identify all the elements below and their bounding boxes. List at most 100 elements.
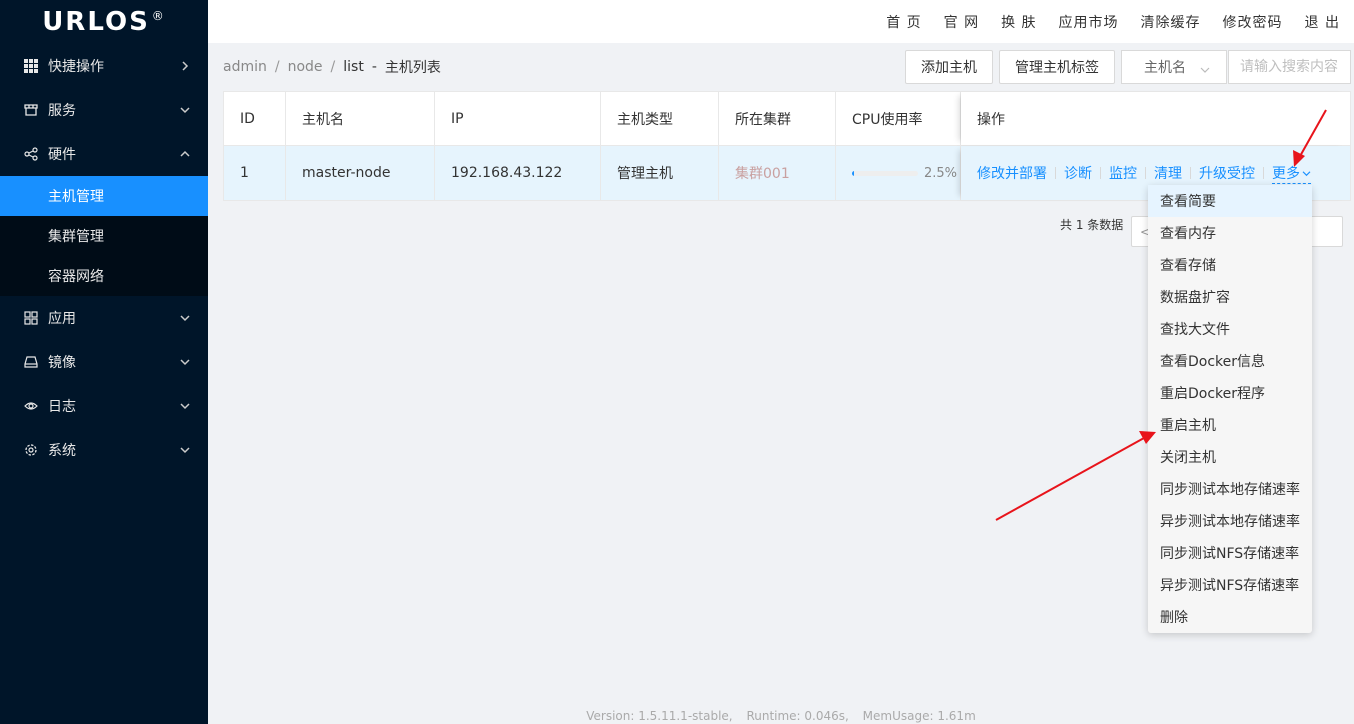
column-header-ip: IP bbox=[435, 92, 601, 145]
breadcrumb-item[interactable]: node bbox=[288, 59, 323, 75]
footer: Version: 1.5.11.1-stable, Runtime: 0.046… bbox=[208, 709, 1354, 723]
menu-item-find-large-files[interactable]: 查找大文件 bbox=[1148, 313, 1312, 345]
topnav-logout[interactable]: 退 出 bbox=[1305, 12, 1340, 32]
sidebar-item-logs[interactable]: 日志 bbox=[0, 384, 208, 428]
column-header-hostname: 主机名 bbox=[286, 92, 435, 145]
clean-link[interactable]: 清理 bbox=[1154, 163, 1182, 183]
sidebar-item-cluster-management[interactable]: 集群管理 bbox=[0, 216, 208, 256]
topnav-change-skin[interactable]: 换 肤 bbox=[1001, 12, 1036, 32]
sidebar-item-quick-ops[interactable]: 快捷操作 bbox=[0, 44, 208, 88]
page-title: 主机列表 bbox=[384, 60, 441, 76]
footer-mem-usage: MemUsage: 1.61m bbox=[862, 709, 976, 723]
menu-item-restart-host[interactable]: 重启主机 bbox=[1148, 409, 1312, 441]
more-dropdown-menu: 查看简要 查看内存 查看存储 数据盘扩容 查找大文件 查看Docker信息 重启… bbox=[1148, 185, 1312, 633]
chevron-down-icon bbox=[180, 313, 190, 323]
menu-item-delete[interactable]: 删除 bbox=[1148, 601, 1312, 633]
sidebar-item-hardware[interactable]: 硬件 bbox=[0, 132, 208, 176]
menu-item-expand-data-disk[interactable]: 数据盘扩容 bbox=[1148, 281, 1312, 313]
menu-item-restart-docker[interactable]: 重启Docker程序 bbox=[1148, 377, 1312, 409]
upgrade-agent-link[interactable]: 升级受控 bbox=[1199, 163, 1255, 183]
footer-version: Version: 1.5.11.1-stable, bbox=[586, 709, 733, 723]
menu-item-sync-local-storage-test[interactable]: 同步测试本地存储速率 bbox=[1148, 473, 1312, 505]
topnav-clear-cache[interactable]: 清除缓存 bbox=[1141, 12, 1201, 32]
diagnose-link[interactable]: 诊断 bbox=[1064, 163, 1092, 183]
hardware-submenu: 主机管理 集群管理 容器网络 bbox=[0, 176, 208, 296]
more-dropdown-trigger[interactable]: 更多 bbox=[1272, 163, 1311, 184]
op-divider bbox=[1190, 167, 1191, 179]
topnav-change-password[interactable]: 修改密码 bbox=[1223, 12, 1283, 32]
eye-icon bbox=[24, 399, 38, 413]
chevron-down-icon bbox=[180, 357, 190, 367]
sidebar-item-services[interactable]: 服务 bbox=[0, 88, 208, 132]
arrow-to-restart-host-icon bbox=[995, 431, 1156, 521]
pagination-total: 共 1 条数据 bbox=[1060, 216, 1123, 233]
chevron-down-icon bbox=[1200, 62, 1210, 78]
op-divider bbox=[1055, 167, 1056, 179]
column-header-cpu-usage: CPU使用率 bbox=[836, 92, 961, 145]
menu-item-shutdown-host[interactable]: 关闭主机 bbox=[1148, 441, 1312, 473]
search-input[interactable] bbox=[1228, 50, 1351, 84]
column-header-cluster: 所在集群 bbox=[719, 92, 836, 145]
column-header-id: ID bbox=[224, 92, 286, 145]
chevron-down-icon bbox=[180, 105, 190, 115]
monitor-link[interactable]: 监控 bbox=[1109, 163, 1137, 183]
breadcrumb-dash: - bbox=[371, 59, 377, 75]
sidebar-item-label: 日志 bbox=[48, 399, 76, 415]
breadcrumb-separator: / bbox=[274, 59, 280, 75]
cpu-progress-track bbox=[852, 170, 918, 176]
topnav-app-market[interactable]: 应用市场 bbox=[1059, 12, 1119, 32]
sidebar-item-host-management[interactable]: 主机管理 bbox=[0, 176, 208, 216]
disk-icon bbox=[24, 355, 38, 369]
menu-item-view-memory[interactable]: 查看内存 bbox=[1148, 217, 1312, 249]
topnav-home[interactable]: 首 页 bbox=[886, 12, 921, 32]
add-host-button[interactable]: 添加主机 bbox=[905, 50, 993, 84]
menu-item-view-docker-info[interactable]: 查看Docker信息 bbox=[1148, 345, 1312, 377]
cell-cluster: 集群001 bbox=[719, 146, 836, 200]
more-label: 更多 bbox=[1272, 165, 1300, 182]
topnav-official-site[interactable]: 官 网 bbox=[944, 12, 979, 32]
sidebar-item-label: 系统 bbox=[48, 443, 76, 459]
chevron-down-icon bbox=[180, 401, 190, 411]
chevron-up-icon bbox=[180, 149, 190, 159]
logo-text: URLOS bbox=[42, 7, 150, 37]
sidebar-item-container-network[interactable]: 容器网络 bbox=[0, 256, 208, 296]
top-header: 首 页 官 网 换 肤 应用市场 清除缓存 修改密码 退 出 bbox=[208, 0, 1354, 43]
cpu-percent-label: 2.5% bbox=[924, 165, 958, 181]
column-header-host-type: 主机类型 bbox=[601, 92, 719, 145]
sidebar-item-label: 应用 bbox=[48, 311, 76, 327]
cpu-progress-fill bbox=[852, 170, 854, 176]
column-header-operations: 操作 bbox=[961, 92, 1350, 145]
share-icon bbox=[24, 147, 38, 161]
breadcrumb-separator: / bbox=[330, 59, 336, 75]
breadcrumb-item[interactable]: admin bbox=[223, 59, 267, 75]
sidebar-item-label: 快捷操作 bbox=[48, 59, 104, 75]
gear-icon bbox=[24, 443, 38, 457]
sidebar-item-label: 镜像 bbox=[48, 355, 76, 371]
deploy-edit-link[interactable]: 修改并部署 bbox=[977, 163, 1047, 183]
apps-icon bbox=[24, 311, 38, 325]
chevron-down-icon bbox=[1302, 165, 1311, 181]
cell-id: 1 bbox=[224, 146, 286, 200]
sidebar-item-label: 硬件 bbox=[48, 147, 76, 163]
menu-item-view-summary[interactable]: 查看简要 bbox=[1148, 185, 1312, 217]
menu-item-async-local-storage-test[interactable]: 异步测试本地存储速率 bbox=[1148, 505, 1312, 537]
sidebar-item-apps[interactable]: 应用 bbox=[0, 296, 208, 340]
cell-host-type: 管理主机 bbox=[601, 146, 719, 200]
total-count-text: 共 1 条数据 bbox=[1060, 218, 1124, 232]
menu-item-sync-nfs-storage-test[interactable]: 同步测试NFS存储速率 bbox=[1148, 537, 1312, 569]
search-field-select[interactable]: 主机名 bbox=[1121, 50, 1227, 84]
cell-ip: 192.168.43.122 bbox=[435, 146, 601, 200]
grid-icon bbox=[24, 59, 38, 73]
sidebar-item-images[interactable]: 镜像 bbox=[0, 340, 208, 384]
op-divider bbox=[1100, 167, 1101, 179]
menu-item-async-nfs-storage-test[interactable]: 异步测试NFS存储速率 bbox=[1148, 569, 1312, 601]
chevron-right-icon bbox=[180, 61, 190, 71]
op-divider bbox=[1263, 167, 1264, 179]
manage-host-tags-button[interactable]: 管理主机标签 bbox=[999, 50, 1115, 84]
sidebar-item-system[interactable]: 系统 bbox=[0, 428, 208, 472]
cluster-tag[interactable]: 集群001 bbox=[735, 163, 790, 183]
logo[interactable]: URLOS ® bbox=[0, 0, 208, 44]
chevron-down-icon bbox=[180, 445, 190, 455]
menu-item-view-storage[interactable]: 查看存储 bbox=[1148, 249, 1312, 281]
breadcrumb-item: list bbox=[343, 59, 364, 75]
